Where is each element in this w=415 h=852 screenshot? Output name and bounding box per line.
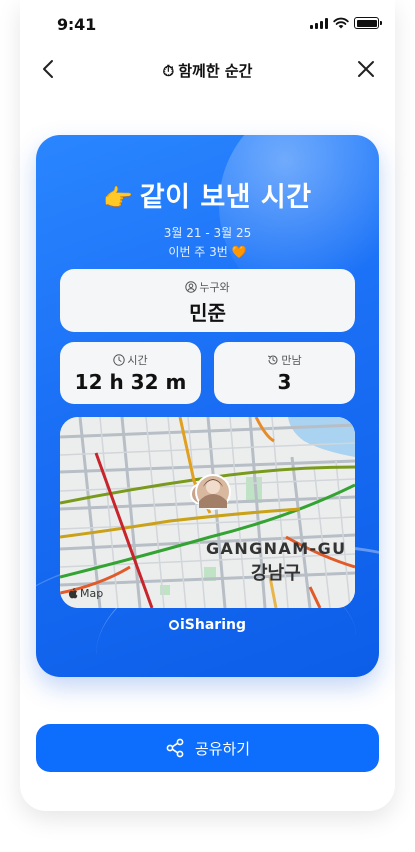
page-title-text: 함께한 순간 — [178, 62, 253, 80]
card-title-text: 같이 보낸 시간 — [139, 182, 312, 213]
history-icon — [268, 355, 278, 365]
time-label: 시간 — [127, 354, 148, 367]
map-view[interactable]: GANGNAM-GU 강남구 Map — [60, 417, 355, 608]
cellular-signal-icon — [310, 17, 328, 29]
time-tile: 시간 12 h 32 m — [60, 342, 201, 404]
apple-logo-icon — [68, 588, 78, 599]
share-button[interactable]: 공유하기 — [36, 724, 379, 772]
district-name-ko: 강남구 — [251, 563, 301, 584]
date-range: 3월 21 - 3월 25 — [163, 226, 252, 240]
isharing-logo-icon — [169, 620, 179, 630]
map-attribution-text: Map — [80, 587, 104, 600]
nav-bar: ⏱ 함께한 순간 — [0, 50, 415, 90]
time-value: 12 h 32 m — [74, 370, 187, 394]
pointing-hand-icon: 👉 — [103, 184, 134, 212]
share-button-label: 공유하기 — [194, 739, 251, 758]
map-roads — [60, 417, 355, 608]
user-avatar-pin[interactable] — [195, 474, 231, 510]
who-value: 민준 — [189, 301, 226, 325]
meetings-tile: 만남 3 — [214, 342, 355, 404]
status-bar: 9:41 — [0, 0, 415, 44]
share-icon — [166, 738, 184, 758]
brand-name: iSharing — [180, 617, 246, 633]
clock-icon — [113, 354, 126, 366]
district-name-en: GANGNAM-GU — [206, 539, 347, 558]
close-icon[interactable] — [355, 58, 377, 80]
status-time: 9:41 — [57, 15, 96, 34]
meetings-label: 만남 — [281, 354, 302, 367]
person-icon — [185, 281, 198, 293]
week-count: 이번 주 3번 🧡 — [168, 245, 247, 259]
meetings-value: 3 — [277, 370, 292, 394]
battery-icon — [354, 17, 382, 29]
who-label: 누구와 — [199, 281, 230, 294]
stopwatch-icon: ⏱ — [162, 62, 175, 80]
card-title: 👉 같이 보낸 시간 — [36, 175, 379, 214]
brand-logo: iSharing — [36, 617, 379, 633]
map-attribution: Map — [68, 587, 103, 600]
summary-card: 👉 같이 보낸 시간 3월 21 - 3월 25 이번 주 3번 🧡 누구와 민준… — [36, 135, 379, 677]
who-tile: 누구와 민준 — [60, 269, 355, 332]
status-icons — [310, 17, 382, 29]
page-title: ⏱ 함께한 순간 — [0, 60, 415, 81]
wifi-icon — [333, 17, 349, 29]
